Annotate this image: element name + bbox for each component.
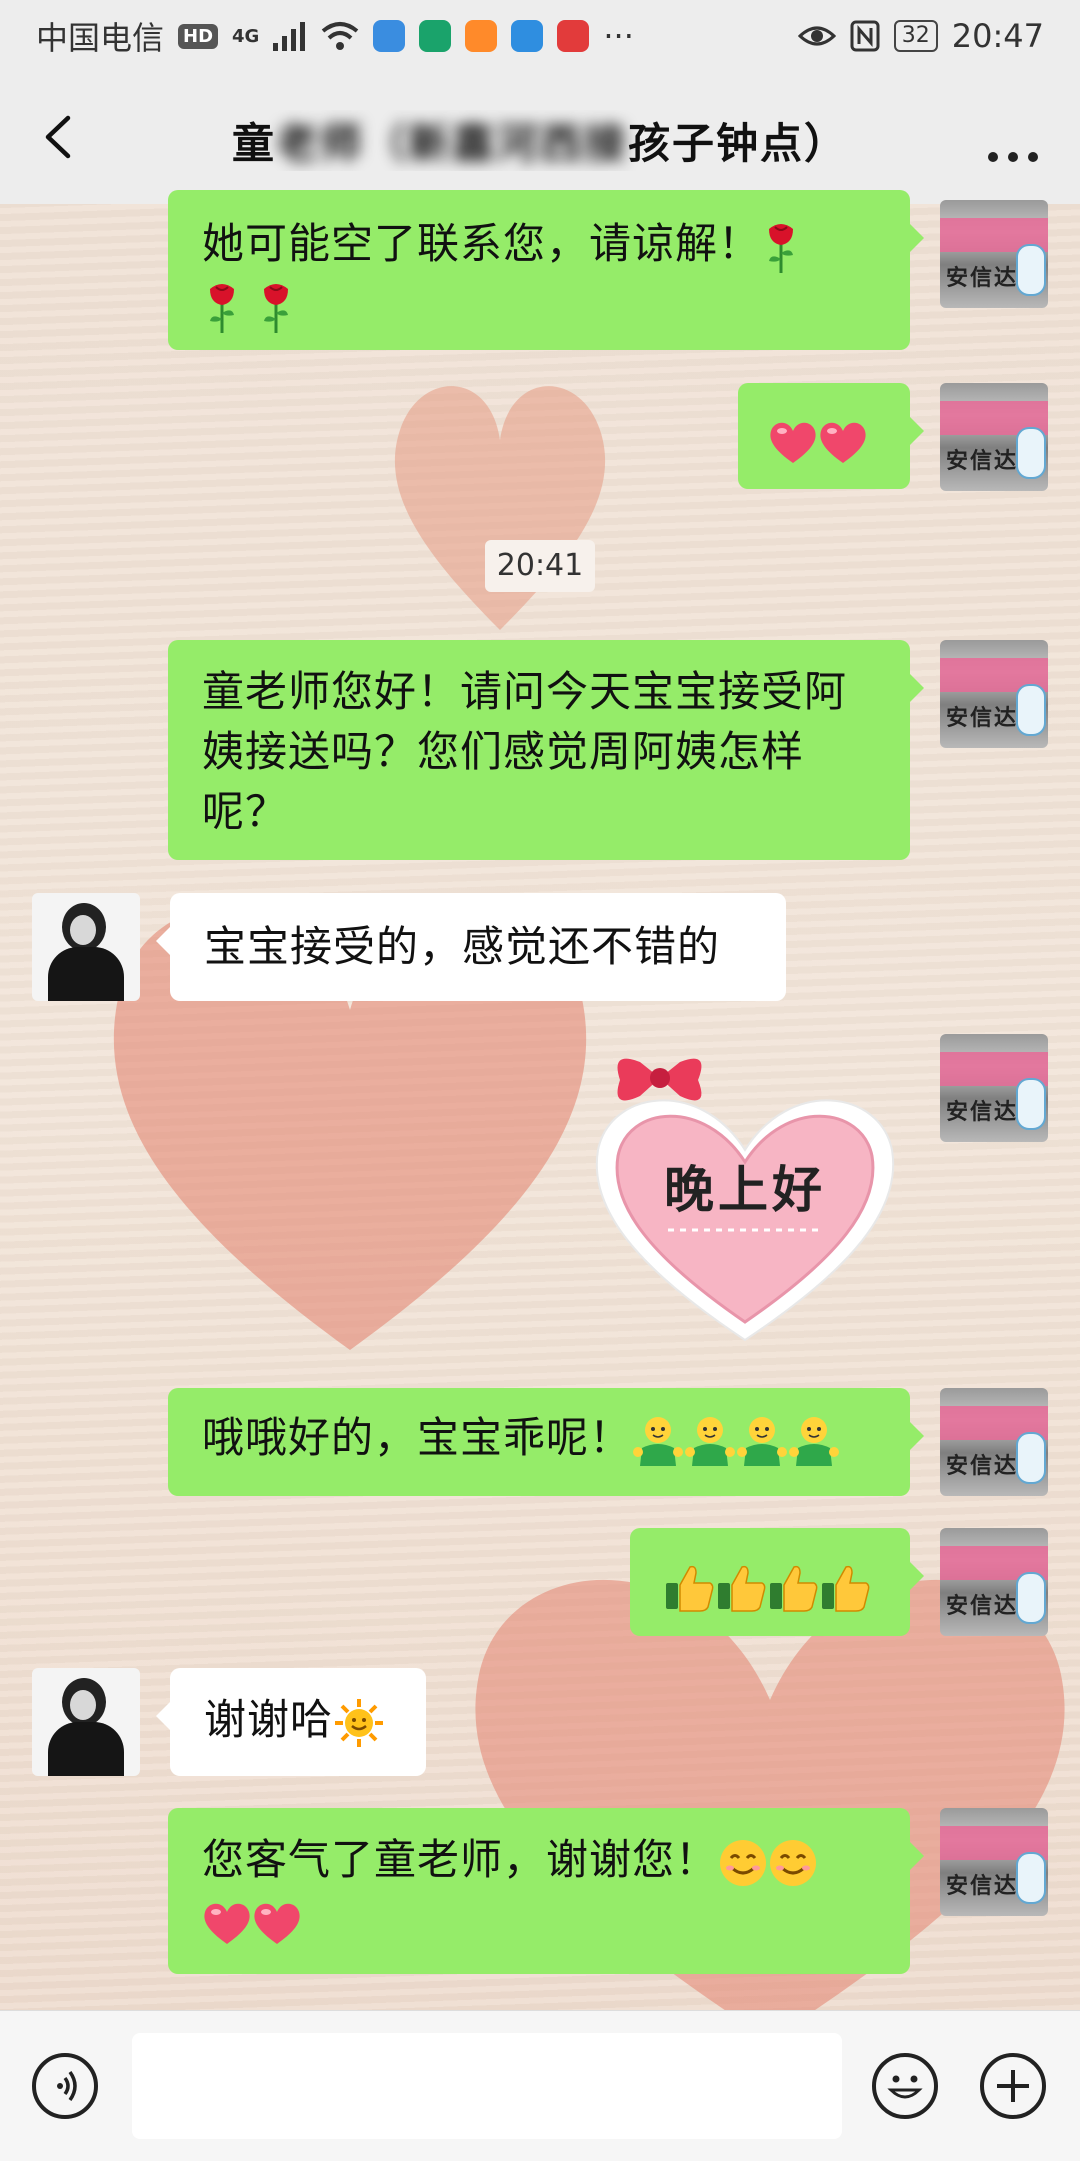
heart-emoji bbox=[252, 1900, 302, 1946]
message-text: 哦哦好的，宝宝乖呢！ bbox=[202, 1413, 633, 1462]
message-bubble[interactable] bbox=[738, 383, 924, 489]
message-bubble[interactable]: 童老师您好！请问今天宝宝接受阿 姨接送吗？您们感觉周阿姨怎样 呢？ bbox=[168, 640, 924, 860]
message-bubble[interactable] bbox=[630, 1528, 924, 1636]
avatar[interactable]: 安信达 bbox=[940, 1528, 1048, 1636]
carrier-label: 中国电信 bbox=[36, 19, 165, 57]
nfc-icon bbox=[850, 20, 880, 52]
message-bubble[interactable]: 宝宝接受的，感觉还不错的 bbox=[156, 893, 786, 1001]
status-bar: 中国电信 HD 4G ··· 32 20:47 bbox=[0, 0, 1080, 72]
clock: 20:47 bbox=[951, 17, 1044, 55]
video-app-icon bbox=[465, 20, 498, 52]
rose-emoji bbox=[256, 279, 296, 335]
eye-icon bbox=[797, 26, 836, 46]
avatar[interactable]: 安信达 bbox=[940, 200, 1048, 308]
thumbs-up-emoji bbox=[716, 1561, 768, 1613]
thumbs-up-emoji bbox=[768, 1561, 820, 1613]
message-line: 呢？ bbox=[202, 787, 289, 836]
background-heart-small bbox=[394, 386, 606, 630]
message-input[interactable] bbox=[132, 2033, 842, 2139]
panda-app-icon bbox=[419, 20, 452, 52]
input-bar bbox=[0, 2010, 1080, 2161]
signal-icon bbox=[273, 22, 306, 51]
heart-emoji bbox=[202, 1900, 252, 1946]
green-figure-emoji bbox=[684, 1414, 736, 1468]
thumbs-up-emoji bbox=[664, 1561, 716, 1613]
sun-emoji bbox=[333, 1697, 385, 1749]
heart-emoji bbox=[768, 419, 818, 465]
avatar[interactable] bbox=[32, 893, 140, 1001]
weather-app-icon bbox=[511, 20, 544, 52]
plus-icon[interactable] bbox=[980, 2053, 1046, 2119]
thumbs-up-emoji bbox=[820, 1561, 872, 1613]
huawei-app-icon bbox=[557, 20, 590, 52]
message-text: 谢谢哈 bbox=[204, 1695, 334, 1744]
timestamp: 20:41 bbox=[485, 540, 595, 592]
avatar[interactable]: 安信达 bbox=[940, 640, 1048, 748]
sticker-text: 晚上好 bbox=[664, 1160, 826, 1219]
green-figure-emoji bbox=[736, 1414, 788, 1468]
message-bubble[interactable]: 您客气了童老师，谢谢您！ bbox=[168, 1808, 924, 1974]
avatar[interactable]: 安信达 bbox=[940, 383, 1048, 491]
message-text: 您客气了童老师，谢谢您！ bbox=[202, 1835, 719, 1884]
back-arrow-icon[interactable] bbox=[36, 112, 86, 162]
avatar[interactable] bbox=[32, 1668, 140, 1776]
rose-emoji bbox=[202, 279, 242, 335]
sticker-message[interactable]: 晚上好 bbox=[580, 1040, 910, 1350]
smile-emoji bbox=[718, 1838, 768, 1888]
smile-emoji bbox=[768, 1838, 818, 1888]
message-text: 宝宝接受的，感觉还不错的 bbox=[204, 922, 721, 971]
chat-title-start: 童 bbox=[231, 119, 276, 168]
more-icon[interactable] bbox=[986, 128, 1040, 174]
avatar[interactable]: 安信达 bbox=[940, 1388, 1048, 1496]
avatar[interactable]: 安信达 bbox=[940, 1034, 1048, 1142]
message-bubble[interactable]: 谢谢哈 bbox=[156, 1668, 426, 1776]
chat-title-blurred: 老师（新嘉河西接 bbox=[275, 119, 628, 168]
rose-emoji bbox=[761, 219, 801, 275]
message-text: 她可能空了联系您，请谅解！ bbox=[202, 219, 762, 268]
wifi-icon bbox=[322, 22, 359, 50]
message-line: 童老师您好！请问今天宝宝接受阿 bbox=[202, 667, 848, 716]
message-bubble[interactable]: 她可能空了联系您，请谅解！ bbox=[168, 190, 924, 350]
message-bubble[interactable]: 哦哦好的，宝宝乖呢！ bbox=[168, 1388, 924, 1496]
avatar[interactable]: 安信达 bbox=[940, 1808, 1048, 1916]
status-more: ··· bbox=[603, 17, 634, 55]
chat-header: 童老师（新嘉河西接孩子钟点） bbox=[0, 72, 1080, 204]
chat-title-end: 孩子钟点） bbox=[628, 119, 849, 168]
status-left: 中国电信 HD 4G ··· bbox=[36, 13, 634, 59]
chat-title: 童老师（新嘉河西接孩子钟点） bbox=[200, 110, 880, 171]
heart-emoji bbox=[818, 419, 868, 465]
hd-badge: HD bbox=[178, 23, 219, 49]
message-line: 姨接送吗？您们感觉周阿姨怎样 bbox=[202, 727, 805, 776]
network-label: 4G bbox=[232, 25, 260, 47]
battery-indicator: 32 bbox=[893, 20, 938, 52]
status-right: 32 20:47 bbox=[797, 17, 1044, 55]
green-figure-emoji bbox=[788, 1414, 840, 1468]
browser-app-icon bbox=[373, 20, 406, 52]
green-figure-emoji bbox=[632, 1414, 684, 1468]
emoji-icon[interactable] bbox=[872, 2053, 938, 2119]
voice-icon[interactable] bbox=[32, 2053, 98, 2119]
